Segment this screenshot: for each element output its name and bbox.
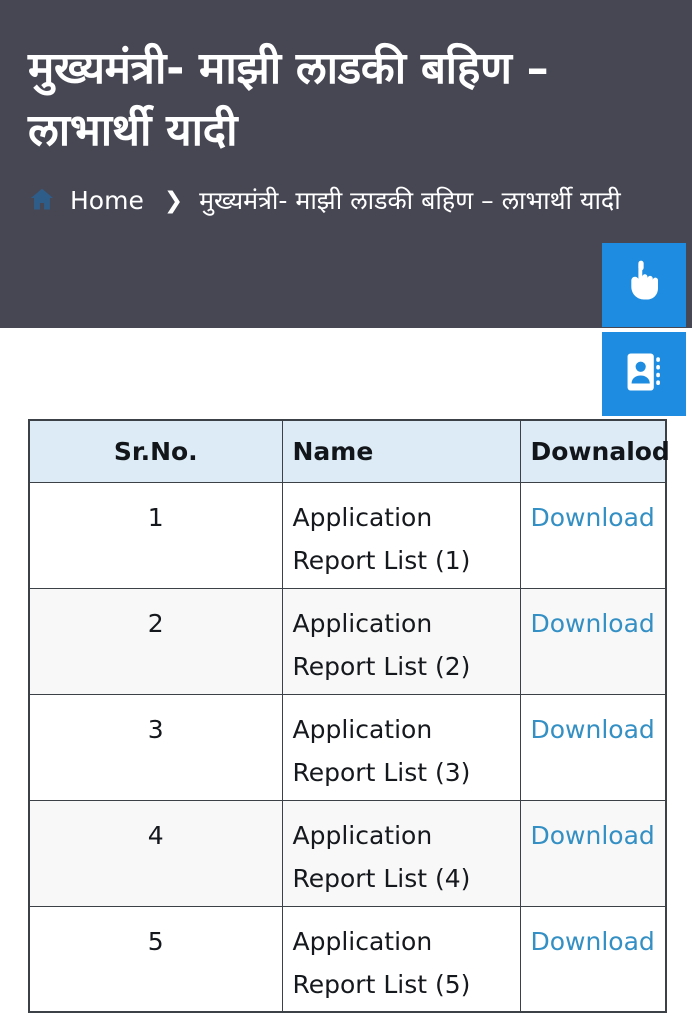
cell-name: Application Report List (1) (281, 481, 521, 589)
table-row: 3 Application Report List (3) Download (28, 693, 667, 801)
table-row: 1 Application Report List (1) Download (28, 481, 667, 589)
table-body: 1 Application Report List (1) Download 2… (28, 481, 667, 1013)
column-header-downalod: Downalod (519, 419, 670, 483)
cell-name: Application Report List (5) (281, 905, 521, 1013)
table-row: 5 Application Report List (5) Download (28, 905, 667, 1013)
cell-download: Download (519, 905, 667, 1013)
page-title: मुख्यमंत्री- माझी लाडकी बहिण – लाभार्थी … (28, 43, 549, 157)
breadcrumb: Home ❯ मुख्यमंत्री- माझी लाडकी बहिण – लाभा… (28, 181, 628, 226)
download-link[interactable]: Download (531, 927, 655, 956)
accessibility-hand-icon (623, 260, 665, 311)
download-link[interactable]: Download (531, 715, 655, 744)
cell-download: Download (519, 587, 667, 695)
cell-srno: 5 (28, 905, 283, 1013)
download-link[interactable]: Download (531, 609, 655, 638)
cell-download: Download (519, 799, 667, 907)
contact-card-icon (623, 349, 665, 400)
cell-download: Download (519, 481, 667, 589)
cell-srno: 1 (28, 481, 283, 589)
report-table-container: Sr.No. Name Downalod 1 Application Repor… (28, 419, 670, 1013)
home-icon (28, 185, 56, 226)
contact-card-button[interactable] (602, 332, 686, 416)
report-table: Sr.No. Name Downalod 1 Application Repor… (28, 419, 670, 1013)
cell-name: Application Report List (4) (281, 799, 521, 907)
accessibility-button[interactable] (602, 243, 686, 327)
cell-download: Download (519, 693, 667, 801)
download-link[interactable]: Download (531, 821, 655, 850)
table-header-row: Sr.No. Name Downalod (28, 419, 670, 483)
cell-srno: 2 (28, 587, 283, 695)
cell-srno: 4 (28, 799, 283, 907)
download-link[interactable]: Download (531, 503, 655, 532)
page-header: मुख्यमंत्री- माझी लाडकी बहिण – लाभार्थी … (0, 0, 692, 328)
table-head: Sr.No. Name Downalod (28, 419, 670, 483)
column-header-name: Name (281, 419, 521, 483)
breadcrumb-current-page: मुख्यमंत्री- माझी लाडकी बहिण – लाभार्थी … (199, 185, 621, 215)
breadcrumb-separator-icon: ❯ (163, 187, 184, 214)
cell-name: Application Report List (2) (281, 587, 521, 695)
column-header-srno: Sr.No. (28, 419, 283, 483)
cell-srno: 3 (28, 693, 283, 801)
table-row: 2 Application Report List (2) Download (28, 587, 667, 695)
cell-name: Application Report List (3) (281, 693, 521, 801)
breadcrumb-home-link[interactable]: Home (70, 186, 144, 215)
table-row: 4 Application Report List (4) Download (28, 799, 667, 907)
page-root: मुख्यमंत्री- माझी लाडकी बहिण – लाभार्थी … (0, 0, 692, 1024)
